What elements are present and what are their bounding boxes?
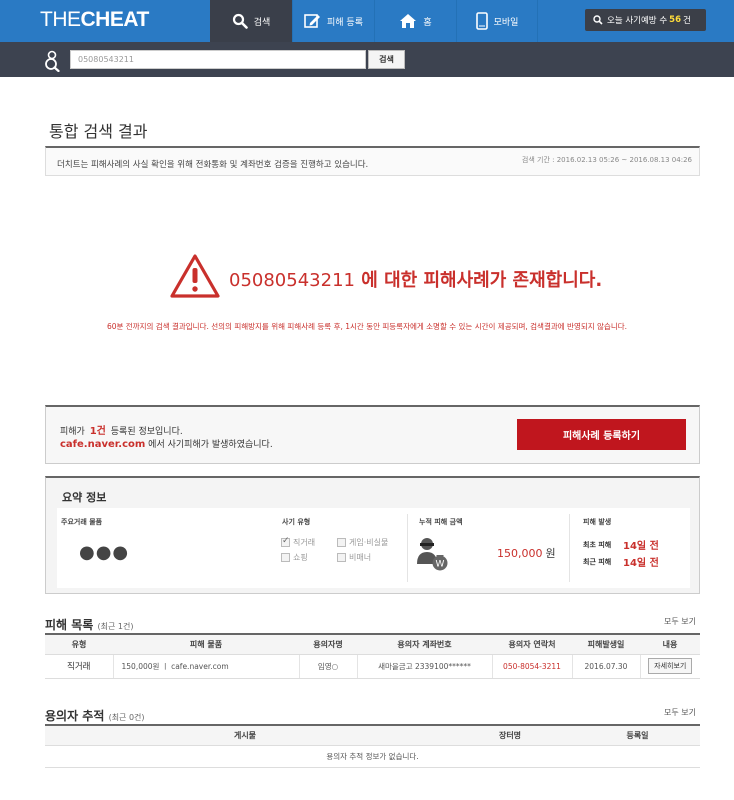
search-icon <box>232 13 248 29</box>
type-label: 사기 유형 <box>282 518 311 526</box>
search-bar: 검색 <box>0 42 734 77</box>
warning-icon <box>170 254 220 301</box>
search-button[interactable]: 검색 <box>368 50 405 69</box>
warning-number: 05080543211 <box>229 270 355 291</box>
summary-content: 주요거래 물품 ●●● 사기 유형 직거래 게임·비실물 쇼핑 비매너 누적 피… <box>57 508 690 588</box>
table-row[interactable]: 직거래 150,000원 ㅣ cafe.naver.com 임영○ 새마을금고 … <box>45 654 700 679</box>
summary-box: 요약 정보 주요거래 물품 ●●● 사기 유형 직거래 게임·비실물 쇼핑 비매… <box>45 476 700 594</box>
registration-count-line: 피해가 1건 등록된 정보입니다. <box>60 426 183 437</box>
tracking-title: 용의자 추적 (최근 0건) <box>45 709 145 723</box>
warning-text: 에 대한 피해사례가 존재합니다. <box>354 270 603 291</box>
checkbox-icon <box>281 536 290 547</box>
header-cell: 피해발생일 <box>572 633 640 655</box>
recent-damage-value: 14일 전 <box>623 558 659 569</box>
recent-damage-label: 최근 피해 <box>583 558 612 566</box>
nav-mobile[interactable]: 모바일 <box>456 0 538 42</box>
page-title: 통합 검색 결과 <box>49 122 148 141</box>
divider <box>569 514 570 582</box>
first-damage-label: 최초 피해 <box>583 541 612 549</box>
checkbox-icon <box>281 553 290 562</box>
top-nav: THECHEAT 검색 피해 등록 홈 모바일 오늘 사기예방 수 56 건 <box>0 0 734 42</box>
register-damage-button[interactable]: 피해사례 등록하기 <box>517 419 686 450</box>
magnifier-icon <box>44 50 64 75</box>
type-cell: 직거래 <box>45 654 113 679</box>
type-checkbox-game: 게임·비실물 <box>337 537 388 548</box>
tracking-see-all[interactable]: 모두 보기 <box>664 707 696 718</box>
mobile-icon <box>475 12 488 30</box>
table-header: 유형 피해 물품 용의자명 용의자 계좌번호 용의자 연락처 피해발생일 내용 <box>45 633 700 655</box>
fraud-prevention-count[interactable]: 오늘 사기예방 수 56 건 <box>585 9 706 31</box>
detail-button[interactable]: 자세히보기 <box>648 658 693 674</box>
checkbox-icon <box>337 538 346 547</box>
header-cell: 유형 <box>45 633 113 655</box>
search-period: 검색 기간 : 2016.02.13 05:26 ~ 2016.08.13 04… <box>521 156 692 164</box>
damage-table: 유형 피해 물품 용의자명 용의자 계좌번호 용의자 연락처 피해발생일 내용 … <box>45 633 700 679</box>
type-checkbox-manner: 비매너 <box>337 552 371 563</box>
header-cell: 등록일 <box>575 724 700 746</box>
detail-cell: 자세히보기 <box>639 654 700 679</box>
type-checkbox-direct: 직거래 <box>281 536 315 548</box>
checkbox-icon <box>337 553 346 562</box>
table-row: 용의자 추적 정보가 없습니다. <box>45 745 700 768</box>
header-cell: 피해 물품 <box>113 633 299 655</box>
registration-site-line: cafe.naver.com 에서 사기피해가 발생하였습니다. <box>60 439 273 450</box>
tracking-table: 게시물 장터명 등록일 용의자 추적 정보가 없습니다. <box>45 724 700 768</box>
empty-message: 용의자 추적 정보가 없습니다. <box>45 745 700 768</box>
damage-list-see-all[interactable]: 모두 보기 <box>664 616 696 627</box>
items-value: ●●● <box>79 542 130 563</box>
amount-label: 누적 피해 금액 <box>419 518 463 526</box>
header-cell: 용의자 연락처 <box>492 633 572 655</box>
summary-title: 요약 정보 <box>62 491 107 504</box>
nav-home[interactable]: 홈 <box>374 0 456 42</box>
date-cell: 2016.07.30 <box>571 654 640 679</box>
nav-report[interactable]: 피해 등록 <box>292 0 374 42</box>
edit-icon <box>304 13 321 29</box>
name-cell: 임영○ <box>298 654 357 679</box>
registration-box: 피해가 1건 등록된 정보입니다. cafe.naver.com 에서 사기피해… <box>45 405 700 464</box>
warning-message: 05080543211 에 대한 피해사례가 존재합니다. <box>229 266 602 292</box>
thief-icon: W <box>415 536 449 575</box>
amount-value: 150,000 원 <box>497 547 556 560</box>
first-damage-value: 14일 전 <box>623 541 659 552</box>
items-label: 주요거래 물품 <box>61 518 103 526</box>
phone-cell: 050-8054-3211 <box>491 654 572 679</box>
header-cell: 게시물 <box>45 724 445 746</box>
header-cell: 장터명 <box>445 724 575 746</box>
nav-search[interactable]: 검색 <box>210 0 292 42</box>
table-header: 게시물 장터명 등록일 <box>45 724 700 746</box>
info-box: 더치트는 피해사례의 사실 확인을 위해 전화통화 및 계좌번호 검증을 진행하… <box>45 146 700 176</box>
header-cell: 내용 <box>640 633 700 655</box>
header-cell: 용의자명 <box>299 633 357 655</box>
warning-note: 60분 전까지의 검색 결과입니다. 선의의 피해방지를 위해 피해사례 등록 … <box>106 322 628 331</box>
type-checkbox-shopping: 쇼핑 <box>281 552 308 563</box>
logo[interactable]: THECHEAT <box>40 8 149 32</box>
item-cell: 150,000원 ㅣ cafe.naver.com <box>112 654 299 679</box>
search-input[interactable] <box>70 50 366 69</box>
damage-label: 피해 발생 <box>583 518 612 526</box>
info-text: 더치트는 피해사례의 사실 확인을 위해 전화통화 및 계좌번호 검증을 진행하… <box>57 160 369 170</box>
svg-text:W: W <box>436 560 445 570</box>
damage-list-title: 피해 목록 (최근 1건) <box>45 618 134 632</box>
divider <box>407 514 408 582</box>
home-icon <box>399 13 417 29</box>
account-cell: 새마을금고 2339100****** <box>356 654 492 679</box>
header-cell: 용의자 계좌번호 <box>357 633 492 655</box>
search-icon <box>593 15 603 25</box>
